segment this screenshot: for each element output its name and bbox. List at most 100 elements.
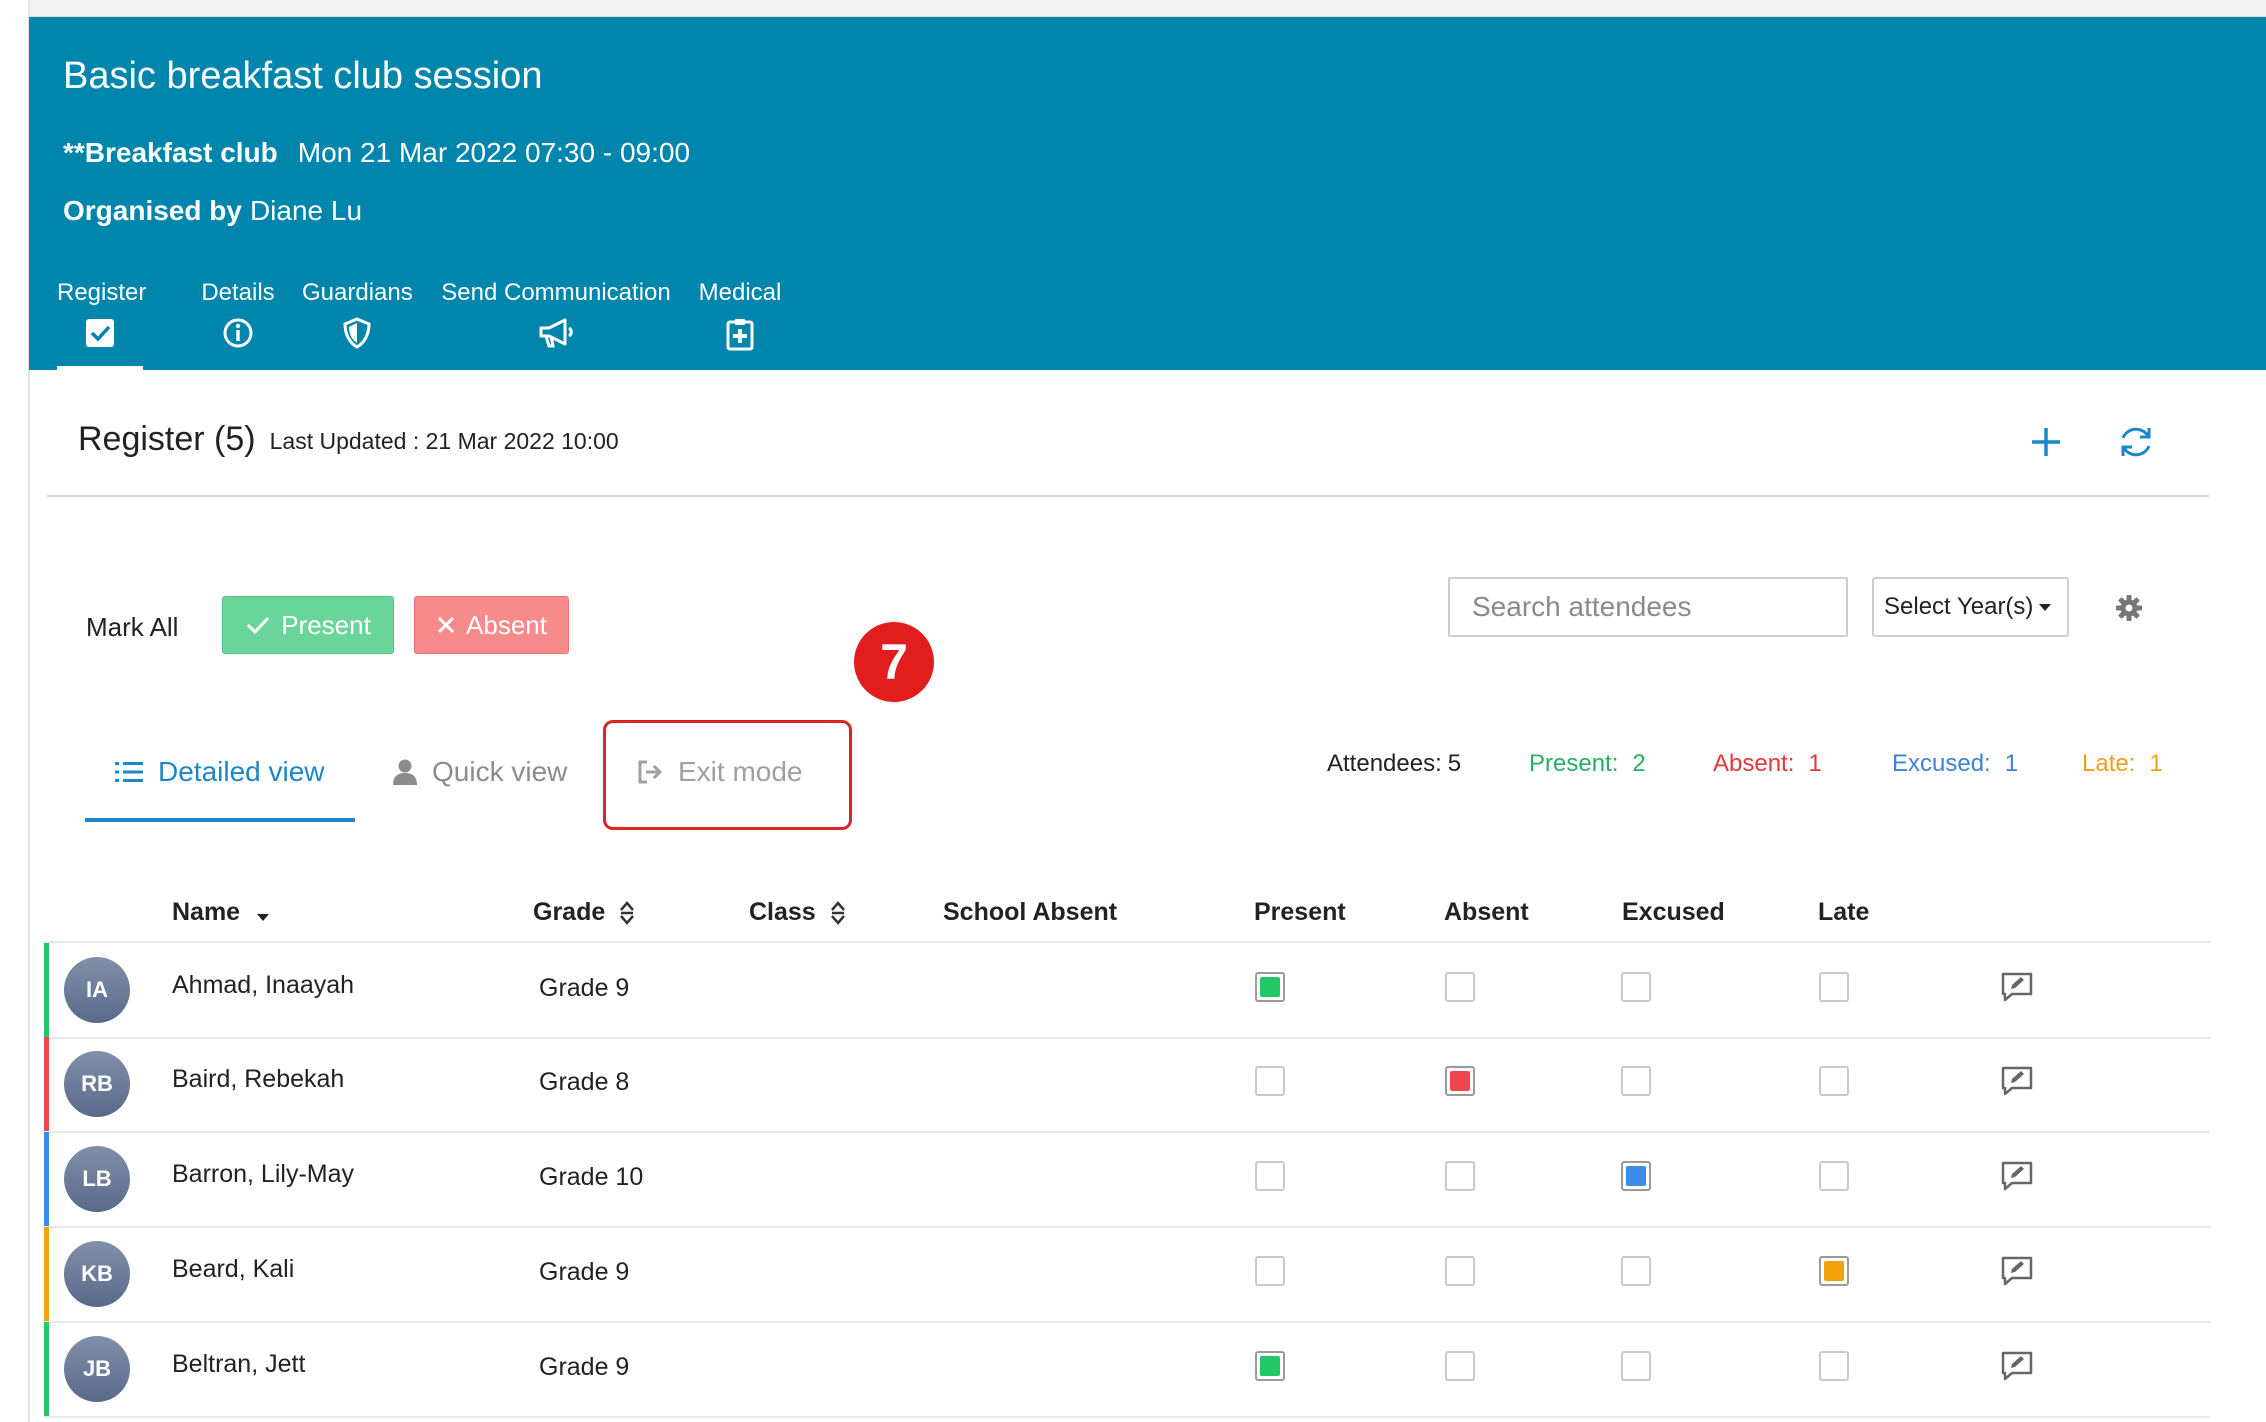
attendee-name[interactable]: Beard, Kali <box>172 1255 294 1284</box>
comment-icon[interactable] <box>2000 1255 2034 1287</box>
tab-details[interactable]: Details <box>201 279 275 349</box>
avatar: JB <box>64 1336 130 1402</box>
stat-excused-label: Excused: <box>1892 750 1991 777</box>
megaphone-icon <box>539 318 573 348</box>
comment-icon[interactable] <box>2000 1160 2034 1192</box>
present-checkbox[interactable] <box>1255 1351 1285 1381</box>
tab-register-label: Register <box>57 279 147 306</box>
tab-send-communication[interactable]: Send Communication <box>441 279 671 349</box>
column-header-excused: Excused <box>1622 898 1725 926</box>
excused-checkbox[interactable] <box>1621 1351 1651 1381</box>
club-name: **Breakfast club <box>63 137 278 168</box>
user-icon <box>393 759 417 785</box>
year-select-label: Select Year(s) <box>1884 593 2034 620</box>
stat-late: Late: 1 <box>2082 750 2163 778</box>
register-heading: Register (5) Last Updated : 21 Mar 2022 1… <box>78 420 619 459</box>
column-header-class[interactable]: Class <box>749 898 848 927</box>
absent-checkbox[interactable] <box>1445 972 1475 1002</box>
tab-send-communication-label: Send Communication <box>441 279 671 306</box>
refresh-icon[interactable] <box>2116 418 2156 466</box>
stat-attendees-label: Attendees: <box>1327 750 1442 777</box>
column-header-present: Present <box>1254 898 1346 926</box>
mark-all-present-button[interactable]: Present <box>222 596 394 654</box>
comment-icon[interactable] <box>2000 1350 2034 1382</box>
sort-icon <box>620 900 635 925</box>
absent-checkbox[interactable] <box>1445 1256 1475 1286</box>
plus-icon[interactable] <box>2028 418 2064 466</box>
quick-view-tab[interactable]: Quick view <box>392 756 567 788</box>
present-checkbox[interactable] <box>1255 972 1285 1002</box>
excused-checkbox[interactable] <box>1621 1066 1651 1096</box>
excused-checkbox[interactable] <box>1621 1161 1651 1191</box>
detailed-view-tab[interactable]: Detailed view <box>114 756 325 788</box>
attendee-grade: Grade 9 <box>539 1258 630 1286</box>
tab-medical[interactable]: Medical <box>697 279 783 351</box>
sort-desc-icon <box>257 913 270 921</box>
year-select[interactable]: Select Year(s) <box>1872 577 2069 637</box>
gear-icon[interactable] <box>2115 594 2143 622</box>
late-checkbox[interactable] <box>1819 1256 1849 1286</box>
column-header-name[interactable]: Name <box>172 898 272 927</box>
comment-icon[interactable] <box>2000 1065 2034 1097</box>
mark-all-label: Mark All <box>86 612 179 642</box>
check-icon <box>247 616 270 635</box>
tab-register[interactable]: Register <box>57 279 147 371</box>
present-checkbox[interactable] <box>1255 1066 1285 1096</box>
excused-checkbox[interactable] <box>1621 972 1651 1002</box>
stat-excused: Excused: 1 <box>1892 750 2018 778</box>
late-checkbox[interactable] <box>1819 972 1849 1002</box>
list-icon <box>115 762 143 782</box>
avatar: LB <box>64 1146 130 1212</box>
organiser-name: Diane Lu <box>249 195 363 226</box>
late-checkbox[interactable] <box>1819 1161 1849 1191</box>
table-row: LB Barron, Lily-May Grade 10 <box>44 1132 2210 1228</box>
stat-excused-value: 1 <box>2004 750 2019 777</box>
absent-checkbox[interactable] <box>1445 1066 1475 1096</box>
status-stripe <box>44 1132 49 1226</box>
stat-absent: Absent: 1 <box>1713 750 1822 778</box>
late-checkbox[interactable] <box>1819 1351 1849 1381</box>
comment-icon[interactable] <box>2000 971 2034 1003</box>
present-button-label: Present <box>281 609 371 640</box>
stat-attendees-value: 5 <box>1447 750 1462 777</box>
session-title: Basic breakfast club session <box>63 55 543 97</box>
attendee-name[interactable]: Beltran, Jett <box>172 1350 305 1379</box>
absent-checkbox[interactable] <box>1445 1351 1475 1381</box>
attendee-name[interactable]: Ahmad, Inaayah <box>172 971 354 1000</box>
column-header-late: Late <box>1818 898 1870 926</box>
info-icon <box>223 318 253 348</box>
late-checkbox[interactable] <box>1819 1066 1849 1096</box>
session-datetime: Mon 21 Mar 2022 07:30 - 09:00 <box>297 137 691 168</box>
column-name-label: Name <box>172 898 241 926</box>
column-header-absent: Absent <box>1444 898 1529 926</box>
avatar: KB <box>64 1241 130 1307</box>
medical-clipboard-icon <box>726 319 754 351</box>
status-stripe <box>44 1322 49 1416</box>
stat-late-value: 1 <box>2149 750 2163 777</box>
attendee-grade: Grade 9 <box>539 1353 630 1381</box>
status-stripe <box>44 1037 49 1131</box>
tab-guardians[interactable]: Guardians <box>302 279 413 349</box>
column-header-grade[interactable]: Grade <box>533 898 637 927</box>
detailed-view-label: Detailed view <box>158 756 325 787</box>
absent-checkbox[interactable] <box>1445 1161 1475 1191</box>
exit-mode-highlight <box>603 720 852 830</box>
attendee-name[interactable]: Baird, Rebekah <box>172 1065 344 1094</box>
excused-checkbox[interactable] <box>1621 1256 1651 1286</box>
attendee-grade: Grade 10 <box>539 1163 644 1191</box>
tab-guardians-label: Guardians <box>302 279 413 306</box>
search-input[interactable] <box>1448 577 1848 637</box>
column-header-school-absent: School Absent <box>943 898 1118 926</box>
attendee-name[interactable]: Barron, Lily-May <box>172 1160 354 1189</box>
step-badge: 7 <box>854 622 934 702</box>
stat-absent-label: Absent: <box>1713 750 1795 777</box>
status-stripe <box>44 1227 49 1321</box>
stat-absent-value: 1 <box>1808 750 1822 777</box>
mark-all-absent-button[interactable]: Absent <box>414 596 569 654</box>
active-view-underline <box>85 818 355 822</box>
stat-present-label: Present: <box>1529 750 1619 777</box>
present-checkbox[interactable] <box>1255 1161 1285 1191</box>
stat-present: Present: 2 <box>1529 750 1646 778</box>
status-stripe <box>44 943 49 1037</box>
present-checkbox[interactable] <box>1255 1256 1285 1286</box>
